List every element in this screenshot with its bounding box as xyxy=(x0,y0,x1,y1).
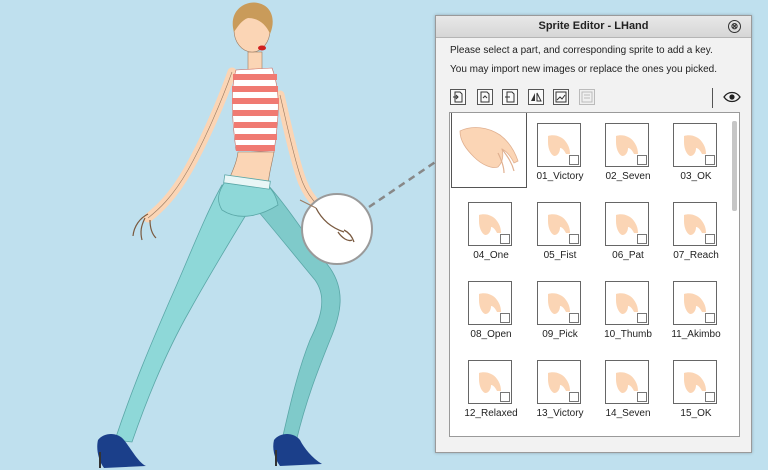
image-placeholder-icon xyxy=(705,234,715,244)
image-placeholder-icon xyxy=(500,234,510,244)
sprite-label: 01_Victory xyxy=(536,171,584,182)
sprite-cell[interactable]: 03_OK xyxy=(661,116,731,188)
sprite-thumbnail[interactable] xyxy=(468,202,512,246)
sprite-thumbnail[interactable] xyxy=(605,202,649,246)
sprite-label: 06_Pat xyxy=(612,250,644,261)
sprite-thumbnail[interactable] xyxy=(468,281,512,325)
sprite-thumbnail[interactable] xyxy=(605,123,649,167)
sprite-cell[interactable]: 15_OK xyxy=(661,353,731,425)
sprite-label: 15_OK xyxy=(680,408,712,419)
sprite-label: 02_Seven xyxy=(605,171,651,182)
scrollbar[interactable] xyxy=(732,121,737,211)
sprite-label: 09_Pick xyxy=(542,329,578,340)
disabled-tool-icon xyxy=(579,89,595,105)
sprite-cell[interactable]: 05_Fist xyxy=(525,195,595,267)
sprite-cell[interactable]: 11_Akimbo xyxy=(661,274,731,346)
image-placeholder-icon xyxy=(637,392,647,402)
image-placeholder-icon xyxy=(569,313,579,323)
sprite-label: 03_OK xyxy=(680,171,712,182)
image-placeholder-icon xyxy=(569,392,579,402)
sprite-thumbnail[interactable] xyxy=(537,360,581,404)
sprite-thumbnail[interactable] xyxy=(605,281,649,325)
image-placeholder-icon xyxy=(569,155,579,165)
sprite-thumbnail[interactable] xyxy=(537,123,581,167)
hand-sprite-icon xyxy=(459,127,519,174)
sprite-label: 08_Open xyxy=(470,329,512,340)
replace-icon[interactable] xyxy=(477,89,493,105)
flip-icon[interactable] xyxy=(528,89,544,105)
image-placeholder-icon xyxy=(637,313,647,323)
image-placeholder-icon xyxy=(705,155,715,165)
sprite-cell[interactable]: 01_Victory xyxy=(525,116,595,188)
sprite-cell[interactable]: 02_Seven xyxy=(593,116,663,188)
instruction-line-1: Please select a part, and corresponding … xyxy=(450,45,713,56)
sprite-thumbnail[interactable] xyxy=(673,360,717,404)
panel-titlebar: Sprite Editor - LHand ⊗ xyxy=(436,16,751,38)
sprite-cell[interactable]: 07_Reach xyxy=(661,195,731,267)
sprite-thumbnail[interactable] xyxy=(605,360,649,404)
image-placeholder-icon xyxy=(637,155,647,165)
character-left-shoe xyxy=(273,434,322,466)
sprite-thumbnail[interactable] xyxy=(673,281,717,325)
character-right-shoe xyxy=(97,434,146,468)
sprite-cell[interactable]: 10_Thumb xyxy=(593,274,663,346)
image-placeholder-icon xyxy=(569,234,579,244)
sprite-editor-panel: Sprite Editor - LHand ⊗ Please select a … xyxy=(435,15,752,453)
image-editor-icon[interactable] xyxy=(553,89,569,105)
sprite-label: 11_Akimbo xyxy=(671,329,721,340)
image-placeholder-icon xyxy=(705,392,715,402)
sprite-thumbnail[interactable] xyxy=(537,281,581,325)
sprite-cell[interactable]: 13_Victory xyxy=(525,353,595,425)
sprite-grid: 01_Victory 02_Seven 03_OK 04_One 05_Fist 06_P… xyxy=(449,112,740,437)
current-sprite-preview[interactable] xyxy=(451,113,527,188)
close-icon[interactable]: ⊗ xyxy=(728,20,741,33)
sprite-cell[interactable]: 06_Pat xyxy=(593,195,663,267)
eye-icon[interactable] xyxy=(723,89,741,105)
image-placeholder-icon xyxy=(637,234,647,244)
instruction-line-2: You may import new images or replace the… xyxy=(450,64,717,75)
sprite-thumbnail[interactable] xyxy=(468,360,512,404)
sprite-label: 12_Relaxed xyxy=(464,408,518,419)
import-icon[interactable] xyxy=(450,89,466,105)
sprite-thumbnail[interactable] xyxy=(537,202,581,246)
sprite-label: 05_Fist xyxy=(543,250,577,261)
sprite-cell[interactable]: 12_Relaxed xyxy=(456,353,526,425)
sprite-cell[interactable]: 04_One xyxy=(456,195,526,267)
toolbar-separator xyxy=(712,88,713,108)
sprite-thumbnail[interactable] xyxy=(673,123,717,167)
sprite-label: 07_Reach xyxy=(673,250,719,261)
sprite-cell[interactable]: 08_Open xyxy=(456,274,526,346)
image-placeholder-icon xyxy=(500,392,510,402)
sprite-label: 04_One xyxy=(473,250,509,261)
image-placeholder-icon xyxy=(705,313,715,323)
image-placeholder-icon xyxy=(500,313,510,323)
toolbar xyxy=(450,88,741,109)
panel-title: Sprite Editor - LHand xyxy=(538,20,649,32)
sprite-label: 14_Seven xyxy=(605,408,651,419)
sprite-label: 13_Victory xyxy=(536,408,584,419)
sprite-thumbnail[interactable] xyxy=(673,202,717,246)
sprite-cell[interactable]: 14_Seven xyxy=(593,353,663,425)
sprite-label: 10_Thumb xyxy=(604,329,652,340)
sprite-cell[interactable]: 09_Pick xyxy=(525,274,595,346)
reset-icon[interactable] xyxy=(502,89,518,105)
